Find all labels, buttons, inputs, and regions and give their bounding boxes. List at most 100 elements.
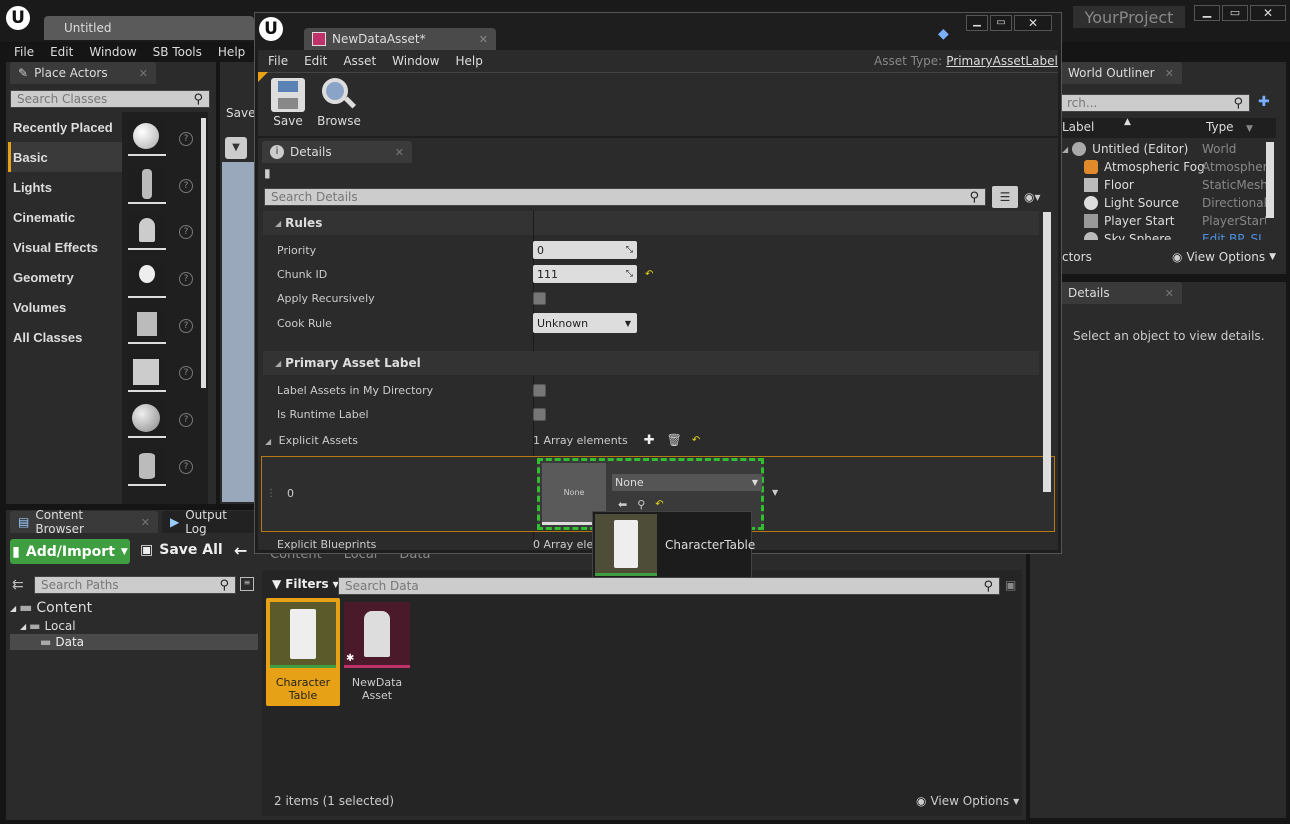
help-icon[interactable]: ? — [179, 272, 193, 286]
reset-to-default-icon[interactable]: ↶ — [655, 499, 663, 510]
menu-help[interactable]: Help — [218, 45, 245, 59]
menu-file[interactable]: File — [14, 45, 34, 59]
add-import-button[interactable]: ▮ Add/Import ▼ — [10, 539, 130, 564]
apply-recursively-checkbox[interactable] — [533, 291, 546, 305]
menu-edit[interactable]: Edit — [50, 45, 73, 59]
browse-search-icon[interactable]: ⚲ — [637, 498, 645, 511]
chevron-down-icon[interactable]: ▼ — [225, 137, 247, 159]
category-lights[interactable]: Lights — [8, 172, 122, 202]
reset-to-default-icon[interactable]: ↶ — [692, 435, 700, 446]
category-recently-placed[interactable]: Recently Placed — [8, 112, 122, 142]
tab-right-details[interactable]: Details ✕ — [1060, 282, 1182, 304]
asset-view-options[interactable]: ◉ View Options ▼ — [916, 794, 1019, 808]
back-arrow-icon[interactable]: ← — [234, 541, 247, 560]
help-docs-icon[interactable]: ◆ — [938, 26, 949, 42]
element-menu-chevron-icon[interactable]: ▼ — [772, 488, 778, 497]
asset-tile-new-data-asset[interactable]: ✱ NewData Asset — [340, 598, 414, 706]
close-tab-icon[interactable]: ✕ — [1165, 287, 1174, 300]
level-tab[interactable]: Untitled — [44, 16, 254, 40]
help-icon[interactable]: ? — [179, 132, 193, 146]
tab-world-outliner[interactable]: World Outliner ✕ — [1060, 62, 1182, 84]
close-tab-icon[interactable]: ✕ — [479, 33, 488, 46]
category-cinematic[interactable]: Cinematic — [8, 202, 122, 232]
trash-icon[interactable]: 🗑 — [667, 433, 682, 447]
close-tab-icon[interactable]: ✕ — [141, 516, 150, 529]
asset-picker-combo[interactable]: None ▼ — [612, 474, 762, 491]
tab-content-browser[interactable]: ▤ Content Browser ✕ — [10, 508, 158, 536]
tree-item-data[interactable]: ▬ Data — [10, 634, 258, 650]
actor-list-scrollbar[interactable] — [201, 118, 206, 388]
outliner-row[interactable]: Atmospheric Fog Atmospher — [1084, 158, 1266, 176]
point-light-thumb[interactable] — [128, 260, 166, 298]
tab-place-actors[interactable]: ✎ Place Actors ✕ — [10, 62, 156, 84]
menu-window[interactable]: Window — [392, 54, 439, 68]
search-data-input[interactable]: Search Data ⚲ — [338, 577, 1000, 595]
eye-icon[interactable]: ◉▾ — [1024, 190, 1041, 204]
maximize-icon[interactable]: ▭ — [990, 15, 1012, 31]
asset-editor-tab[interactable]: NewDataAsset* ✕ — [304, 28, 496, 50]
cube-thumb[interactable] — [128, 354, 166, 392]
close-tab-icon[interactable]: ✕ — [395, 146, 404, 159]
maximize-icon[interactable]: ▭ — [1222, 5, 1248, 21]
search-paths-input[interactable]: Search Paths ⚲ — [34, 576, 236, 594]
menu-window[interactable]: Window — [89, 45, 136, 59]
search-details-input[interactable]: Search Details ⚲ — [264, 188, 986, 206]
category-visual-effects[interactable]: Visual Effects — [8, 232, 122, 262]
outliner-view-options[interactable]: ◉ View Options ▼ — [1172, 250, 1276, 264]
minimize-icon[interactable]: ▁ — [1194, 5, 1220, 21]
col-label[interactable]: Label — [1062, 120, 1094, 134]
col-type[interactable]: Type — [1206, 120, 1234, 134]
reset-to-default-icon[interactable]: ↶ — [645, 269, 653, 280]
drag-grip-icon[interactable]: ⋮ — [266, 488, 276, 499]
pawn-thumb[interactable] — [128, 212, 166, 250]
filters-button[interactable]: ▼ Filters ▼ — [272, 577, 339, 591]
category-geometry[interactable]: Geometry — [8, 262, 122, 292]
outliner-row-type[interactable]: Edit BP_SI — [1202, 232, 1262, 240]
runtime-label-checkbox[interactable] — [533, 407, 546, 421]
category-all-classes[interactable]: All Classes — [8, 322, 122, 352]
browse-button[interactable]: Browse — [316, 76, 362, 134]
chunk-id-spinbox[interactable]: 111 ⤡ — [533, 265, 637, 283]
label-assets-checkbox[interactable] — [533, 383, 546, 397]
help-icon[interactable]: ? — [179, 460, 193, 474]
expand-icon[interactable]: ◢ — [10, 604, 16, 613]
cylinder-thumb[interactable] — [128, 448, 166, 486]
menu-help[interactable]: Help — [455, 54, 482, 68]
save-button[interactable]: Save — [266, 76, 310, 134]
help-icon[interactable]: ? — [179, 225, 193, 239]
menu-sb-tools[interactable]: SB Tools — [153, 45, 202, 59]
add-element-icon[interactable]: ✚ — [644, 433, 655, 448]
menu-asset[interactable]: Asset — [343, 54, 376, 68]
property-matrix-icon[interactable]: ☰ — [992, 186, 1018, 208]
sphere-thumb[interactable] — [128, 400, 166, 438]
tree-item-local[interactable]: ◢ ▬ Local — [10, 618, 258, 634]
help-icon[interactable]: ? — [179, 366, 193, 380]
save-search-icon[interactable]: ▣ — [1005, 578, 1016, 592]
help-icon[interactable]: ? — [179, 179, 193, 193]
outliner-search-input[interactable]: rch... ⚲ — [1060, 94, 1250, 112]
outliner-row[interactable]: Sky Sphere Edit BP_SI — [1084, 230, 1266, 240]
add-folder-icon[interactable]: ✚ — [1258, 94, 1270, 110]
search-classes-input[interactable]: Search Classes ⚲ — [10, 90, 210, 108]
tab-output-log[interactable]: ▶ Output Log — [162, 508, 258, 536]
section-primary-asset-label[interactable]: ◢ Primary Asset Label — [263, 351, 1039, 375]
expand-icon[interactable]: ◢ — [20, 622, 26, 631]
section-rules[interactable]: ◢ Rules — [263, 211, 1039, 235]
details-scrollbar[interactable] — [1043, 212, 1051, 492]
main-save-label[interactable]: Save — [226, 106, 255, 120]
use-selected-arrow-icon[interactable]: ⬅ — [618, 498, 627, 511]
outliner-scrollbar[interactable] — [1266, 142, 1274, 218]
close-tab-icon[interactable]: ✕ — [1165, 67, 1174, 80]
collapse-sources-icon[interactable]: ⇇ — [12, 577, 24, 593]
character-thumb[interactable] — [128, 166, 166, 204]
collapse-icon[interactable]: ◢ — [265, 437, 271, 446]
asset-type-link[interactable]: PrimaryAssetLabel — [946, 54, 1058, 68]
expand-icon[interactable]: ◢ — [1062, 145, 1068, 154]
menu-file[interactable]: File — [268, 54, 288, 68]
asset-tile-character-table[interactable]: Character Table — [266, 598, 340, 706]
cook-rule-dropdown[interactable]: Unknown ▼ — [533, 313, 637, 333]
outliner-row[interactable]: Floor StaticMesh — [1084, 176, 1266, 194]
category-volumes[interactable]: Volumes — [8, 292, 122, 322]
player-start-thumb[interactable] — [128, 306, 166, 344]
empty-actor-thumb[interactable] — [128, 118, 166, 156]
